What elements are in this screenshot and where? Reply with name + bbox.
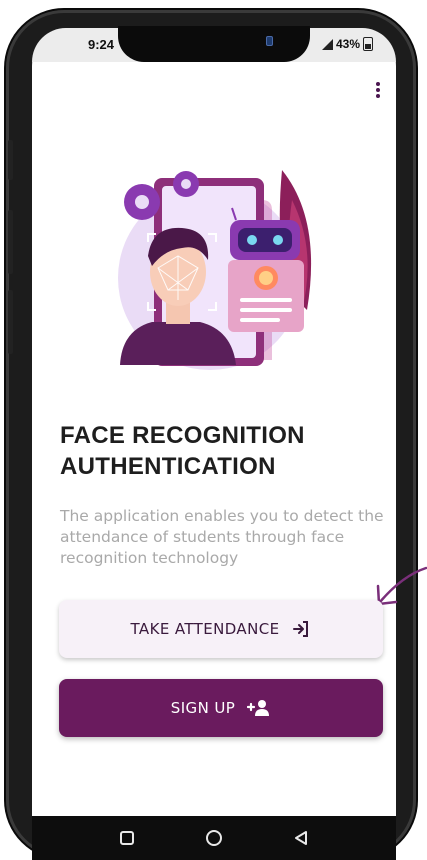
more-vertical-icon[interactable]	[372, 80, 384, 102]
sign-up-button[interactable]: SIGN UP	[59, 679, 383, 737]
title-line: FACE RECOGNITION	[60, 422, 305, 449]
gear-icon	[173, 171, 199, 197]
phone-side-button	[8, 140, 13, 180]
take-attendance-label: TAKE ATTENDANCE	[130, 620, 280, 638]
page-description: The application enables you to detect th…	[60, 507, 384, 567]
page-title: FACE RECOGNITION AUTHENTICATION	[60, 420, 380, 482]
login-icon	[293, 621, 309, 637]
title-line: AUTHENTICATION	[60, 453, 276, 480]
battery-icon	[363, 37, 374, 51]
status-time: 9:24	[88, 37, 115, 52]
face-recognition-illustration	[118, 170, 312, 370]
back-icon[interactable]	[291, 828, 311, 848]
phone-side-button	[8, 290, 13, 354]
system-nav-bar	[32, 816, 396, 860]
home-icon[interactable]	[204, 828, 224, 848]
take-attendance-button[interactable]: TAKE ATTENDANCE	[59, 600, 383, 658]
phone-side-button	[8, 210, 13, 274]
gear-icon	[124, 184, 160, 220]
robot-icon	[228, 207, 304, 332]
battery-percent: 43%	[336, 37, 361, 51]
recent-apps-icon[interactable]	[117, 828, 137, 848]
sign-up-label: SIGN UP	[170, 699, 236, 717]
signal-icon	[322, 38, 333, 50]
camera-icon	[266, 36, 273, 46]
camera-notch	[118, 26, 310, 62]
add-person-icon	[247, 700, 270, 716]
status-indicators: 43%	[322, 37, 374, 51]
